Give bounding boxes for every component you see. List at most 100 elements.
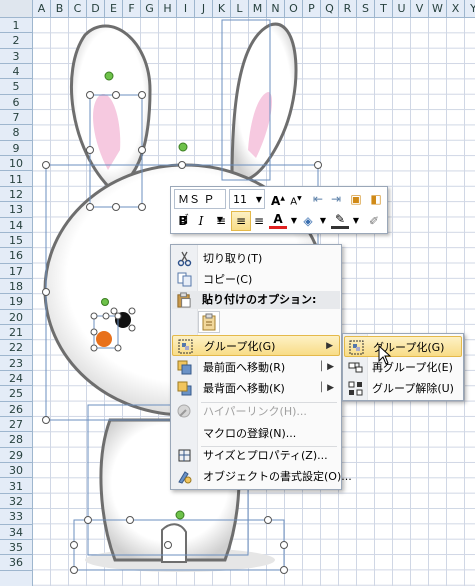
- right-ear[interactable]: [230, 22, 298, 183]
- menu-item-bring-to-front[interactable]: 最前面へ移動(R) │ ▶: [172, 357, 340, 378]
- menu-label: 最背面へ移動(K): [203, 382, 285, 395]
- row-header[interactable]: 34: [0, 525, 32, 540]
- row-header[interactable]: 32: [0, 494, 32, 510]
- menu-item-group[interactable]: グループ化(G) ▶: [172, 335, 340, 356]
- grow-font-button[interactable]: A▲: [269, 190, 287, 208]
- row-header[interactable]: 7: [0, 110, 32, 126]
- row-header[interactable]: 28: [0, 432, 32, 448]
- row-header[interactable]: 31: [0, 479, 32, 494]
- chevron-down-icon[interactable]: ▼: [347, 212, 365, 230]
- row-header[interactable]: 25: [0, 386, 32, 402]
- row-header[interactable]: 23: [0, 356, 32, 372]
- submenu-item-regroup[interactable]: 再グループ化(E): [344, 357, 462, 378]
- row-headers: 1 2 3 4 5 6 7 8 9 10 11 12 13 14 15 16 17 18 19 20 21 22 23 24 2…: [0, 18, 33, 586]
- row-header[interactable]: 8: [0, 125, 32, 141]
- row-header[interactable]: 11: [0, 172, 32, 187]
- row-header[interactable]: 6: [0, 95, 32, 111]
- row-header[interactable]: 27: [0, 417, 32, 433]
- bold-button[interactable]: B: [174, 212, 192, 230]
- row-header[interactable]: 26: [0, 402, 32, 418]
- select-all-corner[interactable]: [0, 0, 33, 18]
- regroup-icon: [348, 362, 363, 373]
- column-header[interactable]: C: [69, 0, 87, 18]
- submenu-item-group[interactable]: グループ化(G): [344, 336, 462, 357]
- submenu-item-ungroup[interactable]: グループ解除(U): [344, 378, 462, 399]
- column-header[interactable]: V: [411, 0, 429, 18]
- row-header[interactable]: 33: [0, 509, 32, 525]
- row-header[interactable]: 30: [0, 463, 32, 479]
- row-header[interactable]: 21: [0, 325, 32, 341]
- column-header[interactable]: S: [357, 0, 375, 18]
- menu-item-send-to-back[interactable]: 最背面へ移動(K) │ ▶: [172, 378, 340, 399]
- shrink-font-button[interactable]: A▼: [287, 190, 305, 208]
- clipboard-icon: [177, 292, 191, 308]
- menu-item-copy[interactable]: コピー(C): [172, 269, 340, 290]
- row-header[interactable]: 19: [0, 294, 32, 310]
- column-header[interactable]: T: [375, 0, 393, 18]
- column-header[interactable]: E: [105, 0, 123, 18]
- column-header[interactable]: R: [339, 0, 357, 18]
- row-header[interactable]: 1: [0, 18, 32, 34]
- row-header[interactable]: 17: [0, 264, 32, 279]
- row-header[interactable]: 3: [0, 49, 32, 65]
- bring-forward-icon[interactable]: ▣: [347, 190, 365, 208]
- menu-item-format-object[interactable]: オブジェクトの書式設定(O)...: [172, 466, 352, 487]
- menu-item-size-properties[interactable]: サイズとプロパティ(Z)...: [172, 445, 340, 466]
- row-header[interactable]: 4: [0, 64, 32, 80]
- menu-item-assign-macro[interactable]: マクロの登録(N)...: [172, 423, 340, 444]
- row-header[interactable]: 16: [0, 248, 32, 264]
- row-header[interactable]: 35: [0, 540, 32, 556]
- row-header[interactable]: 22: [0, 340, 32, 356]
- menu-item-hyperlink[interactable]: ハイパーリンク(H)...: [172, 401, 340, 422]
- column-header[interactable]: Q: [321, 0, 339, 18]
- grow-font-label: A: [271, 194, 281, 208]
- column-header[interactable]: M: [249, 0, 267, 18]
- column-header[interactable]: G: [141, 0, 159, 18]
- font-size-box[interactable]: 11 ▼: [229, 189, 265, 209]
- row-header[interactable]: 14: [0, 218, 32, 233]
- align-center-icon[interactable]: ≡: [231, 211, 251, 231]
- column-header[interactable]: H: [159, 0, 177, 18]
- column-header[interactable]: D: [87, 0, 105, 18]
- font-size-value: 11: [233, 193, 247, 206]
- menu-label: コピー(C): [203, 273, 253, 286]
- decrease-indent-icon[interactable]: ⇤: [309, 190, 327, 208]
- row-header[interactable]: 12: [0, 187, 32, 203]
- menu-item-cut[interactable]: 切り取り(T): [172, 248, 340, 269]
- column-header[interactable]: A: [33, 0, 51, 18]
- column-header[interactable]: I: [177, 0, 195, 18]
- row-header[interactable]: 20: [0, 310, 32, 325]
- column-header[interactable]: B: [51, 0, 69, 18]
- row-header[interactable]: 24: [0, 371, 32, 387]
- column-header[interactable]: O: [285, 0, 303, 18]
- format-painter-icon[interactable]: ✐: [365, 212, 383, 230]
- row-header[interactable]: 2: [0, 33, 32, 49]
- row-header[interactable]: 36: [0, 555, 32, 571]
- chevron-down-icon[interactable]: ▼: [314, 212, 332, 230]
- bunny-eye-orange[interactable]: [96, 331, 112, 347]
- send-backward-icon[interactable]: ◧: [367, 190, 385, 208]
- column-header[interactable]: K: [213, 0, 231, 18]
- align-left-icon[interactable]: ≡: [212, 212, 230, 230]
- row-header[interactable]: 13: [0, 202, 32, 218]
- column-header[interactable]: N: [267, 0, 285, 18]
- row-header[interactable]: 5: [0, 79, 32, 95]
- column-header[interactable]: F: [123, 0, 141, 18]
- font-name-box[interactable]: ＭＳ Ｐゴ ▼: [174, 189, 226, 226]
- row-header[interactable]: 29: [0, 448, 32, 464]
- increase-indent-icon[interactable]: ⇥: [327, 190, 345, 208]
- column-header[interactable]: Y: [465, 0, 475, 18]
- column-header[interactable]: U: [393, 0, 411, 18]
- column-header[interactable]: W: [429, 0, 447, 18]
- column-header[interactable]: P: [303, 0, 321, 18]
- row-header[interactable]: 10: [0, 156, 32, 172]
- column-header[interactable]: L: [231, 0, 249, 18]
- column-header[interactable]: X: [447, 0, 465, 18]
- column-header[interactable]: J: [195, 0, 213, 18]
- italic-button[interactable]: I: [192, 212, 210, 230]
- row-header[interactable]: 15: [0, 233, 32, 249]
- row-header[interactable]: 18: [0, 279, 32, 295]
- align-right-icon[interactable]: ≡: [250, 212, 268, 230]
- paste-button[interactable]: [198, 311, 220, 333]
- row-header[interactable]: 9: [0, 141, 32, 157]
